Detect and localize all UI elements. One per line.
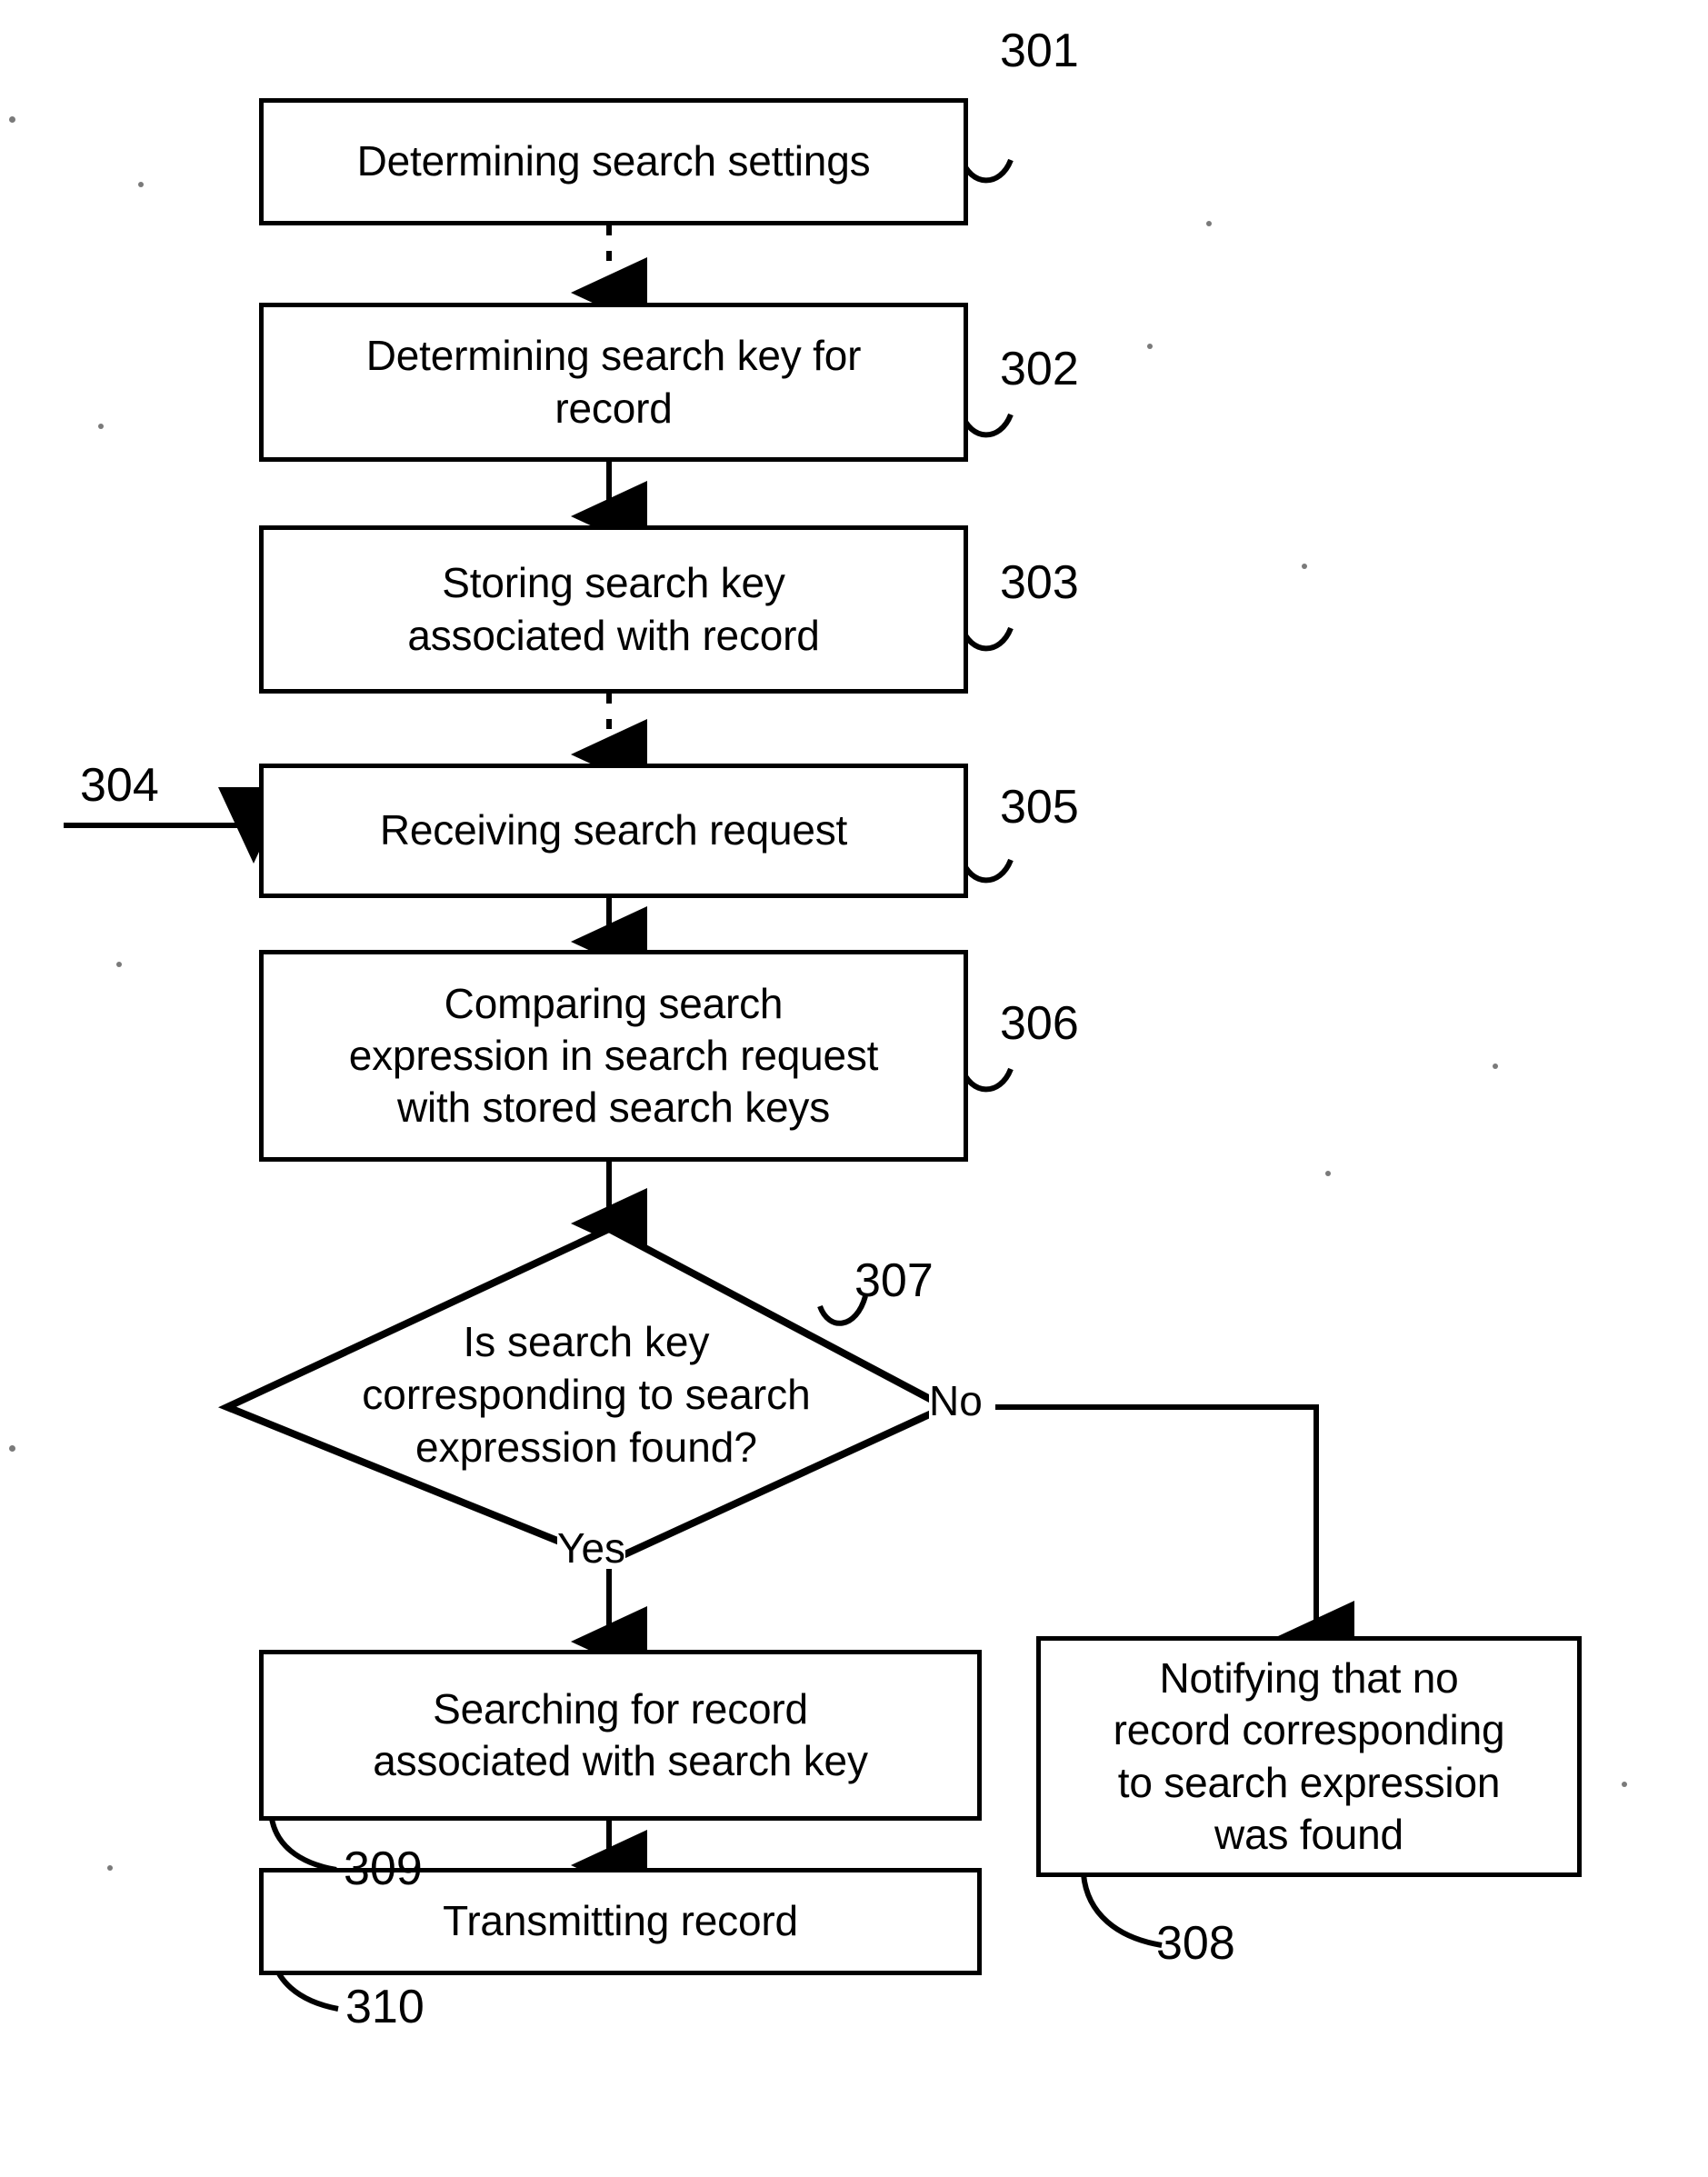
- process-box-305-label: Receiving search request: [379, 806, 848, 854]
- scan-speck: [1325, 1171, 1331, 1176]
- scan-speck: [1147, 344, 1153, 349]
- process-box-301-label: Determining search settings: [356, 137, 871, 185]
- reference-numeral-307: 307: [854, 1254, 934, 1307]
- reference-numeral-302: 302: [1000, 343, 1079, 395]
- leader-306: [959, 1066, 1014, 1093]
- process-box-303-label: Storing search key associated with recor…: [407, 559, 820, 659]
- flowchart-figure: Determining search settings Determining …: [0, 0, 1708, 2177]
- process-box-302[interactable]: Determining search key for record: [259, 303, 968, 462]
- reference-numeral-303: 303: [1000, 556, 1079, 609]
- scan-speck: [1493, 1064, 1498, 1069]
- scan-speck: [116, 962, 122, 967]
- process-box-308-label: Notifying that no record corresponding t…: [1113, 1654, 1505, 1858]
- scan-speck: [1302, 564, 1307, 569]
- process-box-306-label: Comparing search expression in search re…: [348, 979, 879, 1132]
- leader-305: [959, 857, 1014, 884]
- decision-box-307-label: Is search key corresponding to search ex…: [362, 1318, 811, 1471]
- process-box-305[interactable]: Receiving search request: [259, 764, 968, 898]
- scan-speck: [9, 116, 15, 123]
- branch-label-no: No: [929, 1377, 983, 1424]
- reference-numeral-310: 310: [345, 1981, 425, 2033]
- decision-box-307[interactable]: Is search key corresponding to search ex…: [227, 1229, 945, 1562]
- reference-numeral-308: 308: [1156, 1917, 1235, 1970]
- process-box-303[interactable]: Storing search key associated with recor…: [259, 525, 968, 694]
- reference-numeral-306: 306: [1000, 997, 1079, 1050]
- leader-301: [959, 157, 1014, 184]
- process-box-309[interactable]: Searching for record associated with sea…: [259, 1650, 982, 1821]
- branch-label-yes: Yes: [557, 1524, 626, 1572]
- reference-numeral-305: 305: [1000, 781, 1079, 834]
- connector-no-to-308: [995, 1404, 1354, 1672]
- scan-speck: [107, 1865, 113, 1871]
- scan-speck: [9, 1445, 15, 1452]
- scan-speck: [1206, 221, 1212, 226]
- process-box-301[interactable]: Determining search settings: [259, 98, 968, 225]
- leader-302: [959, 412, 1014, 438]
- process-box-302-label: Determining search key for record: [365, 332, 862, 432]
- scan-speck: [98, 424, 104, 429]
- leader-303: [959, 625, 1014, 652]
- process-box-308[interactable]: Notifying that no record corresponding t…: [1036, 1636, 1582, 1877]
- scan-speck: [138, 182, 144, 187]
- process-box-310-label: Transmitting record: [443, 1897, 798, 1945]
- reference-numeral-309: 309: [344, 1842, 423, 1895]
- leader-308: [1081, 1873, 1163, 1948]
- scan-speck: [1622, 1782, 1627, 1787]
- reference-numeral-301: 301: [1000, 25, 1079, 77]
- process-box-306[interactable]: Comparing search expression in search re…: [259, 950, 968, 1162]
- process-box-309-label: Searching for record associated with sea…: [373, 1684, 868, 1784]
- reference-numeral-304: 304: [80, 759, 159, 812]
